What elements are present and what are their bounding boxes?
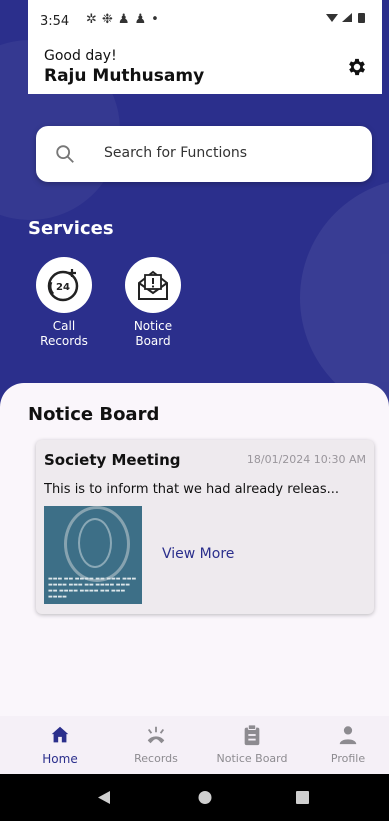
- nav-label: Notice Board: [216, 752, 288, 765]
- status-system-icons: [326, 12, 370, 27]
- nav-records[interactable]: Records: [111, 724, 201, 765]
- nav-profile[interactable]: Profile: [303, 724, 389, 765]
- notice-thumbnail[interactable]: ▬▬▬ ▬▬ ▬▬▬▬ ▬▬ ▬▬▬ ▬▬▬ ▬▬▬▬ ▬▬▬ ▬▬ ▬▬▬▬ …: [44, 506, 142, 604]
- nav-label: Home: [42, 752, 78, 766]
- greeting-header: Good day! Raju Muthusamy: [28, 38, 382, 94]
- dot-icon: •: [151, 12, 164, 27]
- nav-label: Records: [134, 752, 178, 765]
- nav-label: Profile: [330, 752, 366, 765]
- wifi-signal-battery-icon: [326, 13, 365, 23]
- service-icon-bubble[interactable]: 24: [36, 257, 92, 313]
- notice-description: This is to inform that we had already re…: [44, 482, 340, 497]
- recents-icon: [296, 791, 309, 804]
- view-more-link[interactable]: View More: [162, 546, 234, 562]
- status-time: 3:54: [40, 14, 70, 29]
- service-call-records[interactable]: 24 Call Records: [29, 257, 99, 349]
- home-icon: [51, 726, 69, 743]
- services-heading: Services: [28, 218, 114, 239]
- clipboard-icon: [244, 724, 260, 746]
- search-input[interactable]: Search for Functions: [104, 145, 247, 161]
- greeting-text: Good day!: [44, 48, 117, 64]
- nav-home[interactable]: Home: [15, 724, 105, 766]
- profile-icon: [339, 726, 357, 745]
- notice-date: 18/01/2024 10:30 AM: [246, 453, 366, 466]
- gear-icon: ✲: [86, 12, 102, 27]
- status-bar: 3:54 ✲❉♟♟•: [28, 0, 382, 38]
- service-label: Call Records: [40, 319, 88, 348]
- search-box[interactable]: Search for Functions: [36, 126, 372, 182]
- nav-notice-board[interactable]: Notice Board: [207, 724, 297, 765]
- service-icon-bubble[interactable]: [125, 257, 181, 313]
- notice-board-heading: Notice Board: [28, 404, 160, 425]
- person-icon: ♟: [117, 12, 135, 27]
- app-screen: 3:54 ✲❉♟♟• Good day! Raju Muthusamy Sear…: [0, 0, 389, 821]
- 24h-phone-icon: 24: [47, 269, 79, 302]
- thumbnail-fine-print: ▬▬▬ ▬▬ ▬▬▬▬ ▬▬ ▬▬▬ ▬▬▬ ▬▬▬▬ ▬▬▬ ▬▬ ▬▬▬▬ …: [48, 576, 137, 600]
- envelope-alert-icon: [138, 270, 168, 300]
- notice-title: Society Meeting: [44, 451, 181, 469]
- user-name: Raju Muthusamy: [44, 66, 205, 86]
- svg-text:24: 24: [56, 282, 70, 293]
- system-navigation-bar: [0, 774, 389, 821]
- notice-card[interactable]: Society Meeting 18/01/2024 10:30 AM This…: [36, 440, 374, 614]
- decorative-circle: [300, 178, 389, 418]
- back-icon: [98, 791, 110, 804]
- service-label: Notice Board: [133, 319, 173, 348]
- home-button-icon: [198, 791, 212, 804]
- person-icon: ♟: [134, 12, 152, 27]
- settings-gear-icon[interactable]: [346, 56, 368, 78]
- bottom-navigation: Home Records Notice Board Profile: [0, 716, 389, 774]
- records-icon: [147, 726, 165, 744]
- search-icon: [56, 145, 74, 163]
- system-nav-buttons: [98, 791, 309, 804]
- service-notice-board[interactable]: Notice Board: [118, 257, 188, 349]
- fan-icon: ❉: [101, 12, 118, 27]
- status-notification-icons: ✲❉♟♟•: [86, 12, 164, 27]
